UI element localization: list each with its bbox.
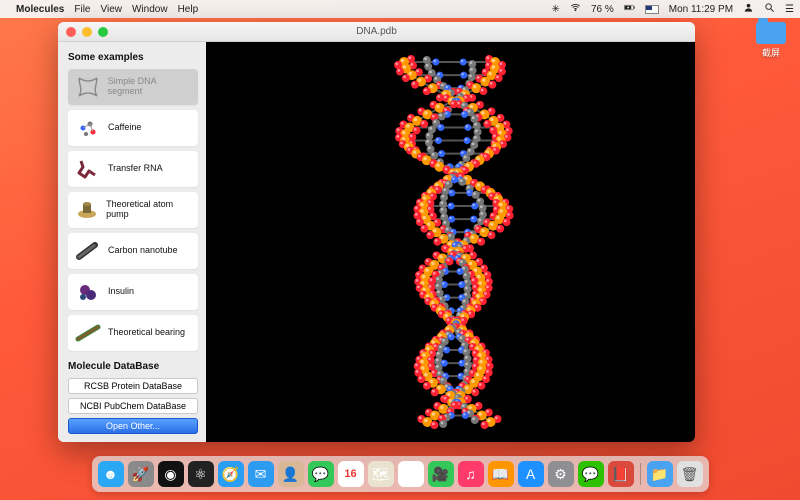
molecule-viewport[interactable]	[206, 42, 695, 442]
pump-thumb-icon	[74, 197, 100, 223]
minimize-button[interactable]	[82, 27, 92, 37]
notification-center-icon[interactable]: ☰	[785, 4, 794, 15]
nanotube-thumb-icon	[74, 238, 102, 264]
menu-bar-left: Molecules File View Window Help	[6, 4, 198, 15]
rcsb-database-button[interactable]: RCSB Protein DataBase	[68, 378, 198, 394]
menu-file[interactable]: File	[74, 4, 90, 15]
bearing-thumb-icon	[74, 320, 102, 346]
insulin-thumb-icon	[74, 279, 102, 305]
sidebar: Some examples Simple DNA segment Caffein…	[58, 42, 206, 442]
example-label: Simple DNA segment	[108, 77, 192, 97]
example-theoretical-bearing[interactable]: Theoretical bearing	[68, 315, 198, 351]
wechat-status-icon[interactable]: ✳︎	[552, 4, 560, 15]
dock-molecules[interactable]: ⚛	[188, 461, 214, 487]
dock-facetime[interactable]: 🎥	[428, 461, 454, 487]
window-titlebar[interactable]: DNA.pdb	[58, 22, 695, 42]
example-label: Theoretical bearing	[108, 328, 185, 338]
dock-preferences[interactable]: ⚙	[548, 461, 574, 487]
ncbi-database-button[interactable]: NCBI PubChem DataBase	[68, 398, 198, 414]
dock-launchpad[interactable]: 🚀	[128, 461, 154, 487]
dock-contacts[interactable]: 👤	[278, 461, 304, 487]
dna-thumb-icon	[74, 74, 102, 100]
dna-rendering	[206, 42, 695, 442]
dock-appstore[interactable]: A	[518, 461, 544, 487]
dock-dictionary[interactable]: 📕	[608, 461, 634, 487]
dock-mail[interactable]: ✉	[248, 461, 274, 487]
caffeine-thumb-icon	[74, 115, 102, 141]
app-window: DNA.pdb Some examples Simple DNA segment…	[58, 22, 695, 442]
window-title: DNA.pdb	[58, 26, 695, 37]
example-list: Simple DNA segment Caffeine Transfer RNA	[68, 69, 198, 351]
examples-heading: Some examples	[68, 52, 198, 63]
desktop-folder-screenshots[interactable]: 截屏	[756, 22, 786, 59]
dock-wechat[interactable]: 💬	[578, 461, 604, 487]
dock-ibooks[interactable]: 📖	[488, 461, 514, 487]
dock-screenshots-folder[interactable]: 📁	[647, 461, 673, 487]
menu-window[interactable]: Window	[132, 4, 168, 15]
open-other-button[interactable]: Open Other...	[68, 418, 198, 434]
user-icon[interactable]	[743, 2, 754, 16]
example-transfer-rna[interactable]: Transfer RNA	[68, 151, 198, 187]
example-label: Caffeine	[108, 123, 141, 133]
example-label: Theoretical atom pump	[106, 200, 192, 220]
example-label: Insulin	[108, 287, 134, 297]
folder-icon	[756, 22, 786, 44]
zoom-button[interactable]	[98, 27, 108, 37]
example-caffeine[interactable]: Caffeine	[68, 110, 198, 146]
database-heading: Molecule DataBase	[68, 361, 198, 372]
battery-icon[interactable]	[624, 2, 635, 16]
menu-bar-right: ✳︎ 76 % Mon 11:29 PM ☰	[552, 2, 794, 16]
spotlight-icon[interactable]	[764, 2, 775, 16]
example-label: Carbon nanotube	[108, 246, 178, 256]
dock-area: ☻🚀◉⚛🧭✉👤💬16🗺✿🎥♫📖A⚙💬📕📁🗑	[0, 456, 800, 500]
menu-view[interactable]: View	[100, 4, 122, 15]
trna-thumb-icon	[74, 156, 102, 182]
example-dna-segment[interactable]: Simple DNA segment	[68, 69, 198, 105]
dock-safari[interactable]: 🧭	[218, 461, 244, 487]
dock-messages[interactable]: 💬	[308, 461, 334, 487]
example-insulin[interactable]: Insulin	[68, 274, 198, 310]
dock-separator	[640, 463, 641, 485]
example-label: Transfer RNA	[108, 164, 163, 174]
example-carbon-nanotube[interactable]: Carbon nanotube	[68, 233, 198, 269]
desktop-folder-label: 截屏	[762, 46, 780, 59]
dock-finder[interactable]: ☻	[98, 461, 124, 487]
app-menu[interactable]: Molecules	[16, 4, 64, 15]
menu-bar: Molecules File View Window Help ✳︎ 76 % …	[0, 0, 800, 18]
dock-siri[interactable]: ◉	[158, 461, 184, 487]
dock-calendar[interactable]: 16	[338, 461, 364, 487]
clock[interactable]: Mon 11:29 PM	[669, 4, 733, 15]
traffic-lights	[66, 27, 108, 37]
battery-percentage: 76 %	[591, 4, 614, 15]
dock-trash[interactable]: 🗑	[677, 461, 703, 487]
close-button[interactable]	[66, 27, 76, 37]
dock-maps[interactable]: 🗺	[368, 461, 394, 487]
input-source-us-icon[interactable]	[645, 5, 659, 14]
dock-itunes[interactable]: ♫	[458, 461, 484, 487]
dock: ☻🚀◉⚛🧭✉👤💬16🗺✿🎥♫📖A⚙💬📕📁🗑	[92, 456, 709, 492]
menu-help[interactable]: Help	[178, 4, 199, 15]
wifi-icon[interactable]	[570, 2, 581, 16]
example-atom-pump[interactable]: Theoretical atom pump	[68, 192, 198, 228]
dock-photos[interactable]: ✿	[398, 461, 424, 487]
